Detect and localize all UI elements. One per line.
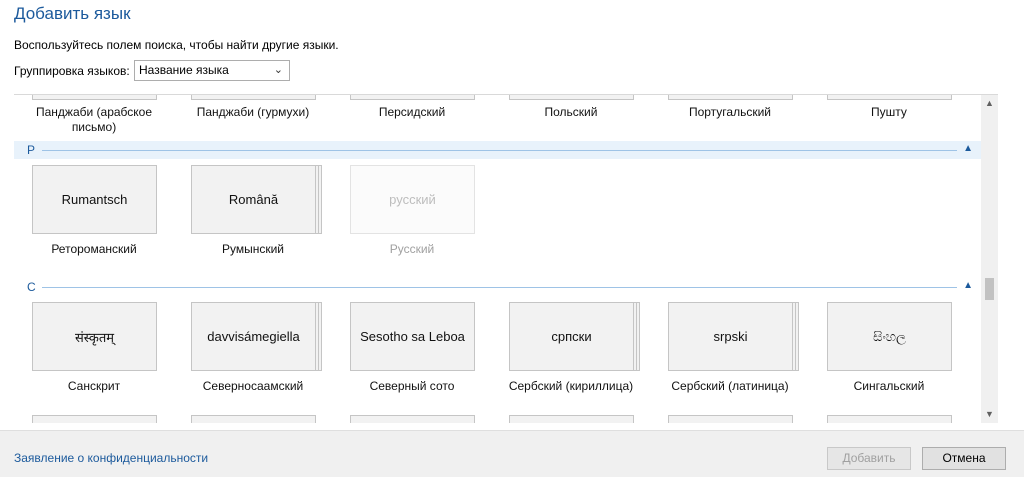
language-name: Румынский [221, 242, 285, 256]
language-name: Ретороманский [51, 242, 137, 256]
dialog-title: Добавить язык [14, 4, 131, 23]
language-native-name: русский [389, 192, 436, 207]
language-name: Польский [544, 105, 598, 119]
scroll-down-icon[interactable]: ▼ [981, 406, 998, 423]
group-letter: Р [27, 143, 36, 157]
group-letter: С [27, 280, 36, 294]
language-name: Северный сото [369, 379, 455, 393]
chevron-up-icon[interactable]: ▲ [963, 280, 973, 291]
chevron-up-icon[interactable]: ▲ [963, 143, 973, 154]
dialog-footer: Заявление о конфиденциальности Добавить … [0, 430, 1024, 477]
language-tile[interactable] [350, 415, 475, 423]
scroll-up-icon[interactable]: ▲ [981, 95, 998, 112]
privacy-link[interactable]: Заявление о конфиденциальности [14, 451, 208, 465]
language-native-name: Rumantsch [61, 192, 128, 207]
group-header[interactable]: С ▲ [14, 278, 981, 296]
language-name: Португальский [688, 105, 772, 119]
group-divider [42, 150, 957, 151]
language-name: Панджаби (арабское письмо) [35, 105, 153, 134]
language-tile[interactable] [191, 415, 316, 423]
language-tile[interactable]: српски [509, 302, 634, 371]
language-list-content: Панджаби (арабское письмо) Панджаби (гурм… [14, 95, 981, 423]
language-name: Панджаби (гурмухи) [196, 105, 310, 119]
language-name: Персидский [378, 105, 446, 119]
chevron-down-icon: ⌄ [273, 64, 283, 76]
language-tile[interactable] [191, 95, 316, 100]
group-header[interactable]: Р ▲ [14, 141, 981, 159]
cancel-button[interactable]: Отмена [922, 447, 1006, 470]
language-name: Пушту [871, 105, 907, 119]
add-button[interactable]: Добавить [827, 447, 911, 470]
language-tile[interactable] [350, 95, 475, 100]
language-tile[interactable]: संस्कृतम् [32, 302, 157, 371]
language-name: Сербский (латиница) [671, 379, 789, 393]
language-native-name: српски [551, 329, 592, 344]
language-native-name: Sesotho sa Leboa [360, 329, 465, 344]
grouping-dropdown[interactable]: Название языка ⌄ [134, 60, 290, 81]
grouping-label: Группировка языков: [14, 64, 130, 78]
vertical-scrollbar[interactable]: ▲ ▼ [981, 95, 998, 423]
language-name: Сингальский [853, 379, 925, 393]
language-native-name: davvisámegiella [207, 329, 300, 344]
language-tile[interactable] [668, 95, 793, 100]
language-name: Санскрит [67, 379, 121, 393]
language-native-name: संस्कृतम् [74, 329, 114, 345]
language-tile[interactable]: Rumantsch [32, 165, 157, 234]
language-tile[interactable]: srpski [668, 302, 793, 371]
language-tile[interactable]: සිංහල [827, 302, 952, 371]
language-tile[interactable] [32, 95, 157, 100]
language-native-name: srpski [713, 329, 748, 344]
language-tile[interactable] [827, 95, 952, 100]
language-tile: русский [350, 165, 475, 234]
grouping-value: Название языка [139, 63, 229, 77]
language-tile[interactable]: Sesotho sa Leboa [350, 302, 475, 371]
dialog-description: Воспользуйтесь полем поиска, чтобы найти… [14, 38, 339, 52]
language-tile[interactable] [509, 415, 634, 423]
language-native-name: Română [228, 192, 279, 207]
language-list[interactable]: Панджаби (арабское письмо) Панджаби (гурм… [14, 94, 998, 423]
language-tile[interactable] [32, 415, 157, 423]
group-divider [42, 287, 957, 288]
scrollbar-thumb[interactable] [985, 278, 994, 300]
language-native-name: සිංහල [873, 328, 906, 344]
language-name: Русский [389, 242, 435, 256]
language-name: Северносаамский [202, 379, 304, 393]
language-tile[interactable] [827, 415, 952, 423]
language-name: Сербский (кириллица) [508, 379, 634, 393]
language-tile[interactable]: davvisámegiella [191, 302, 316, 371]
language-tile[interactable] [668, 415, 793, 423]
language-tile[interactable]: Română [191, 165, 316, 234]
language-tile[interactable] [509, 95, 634, 100]
